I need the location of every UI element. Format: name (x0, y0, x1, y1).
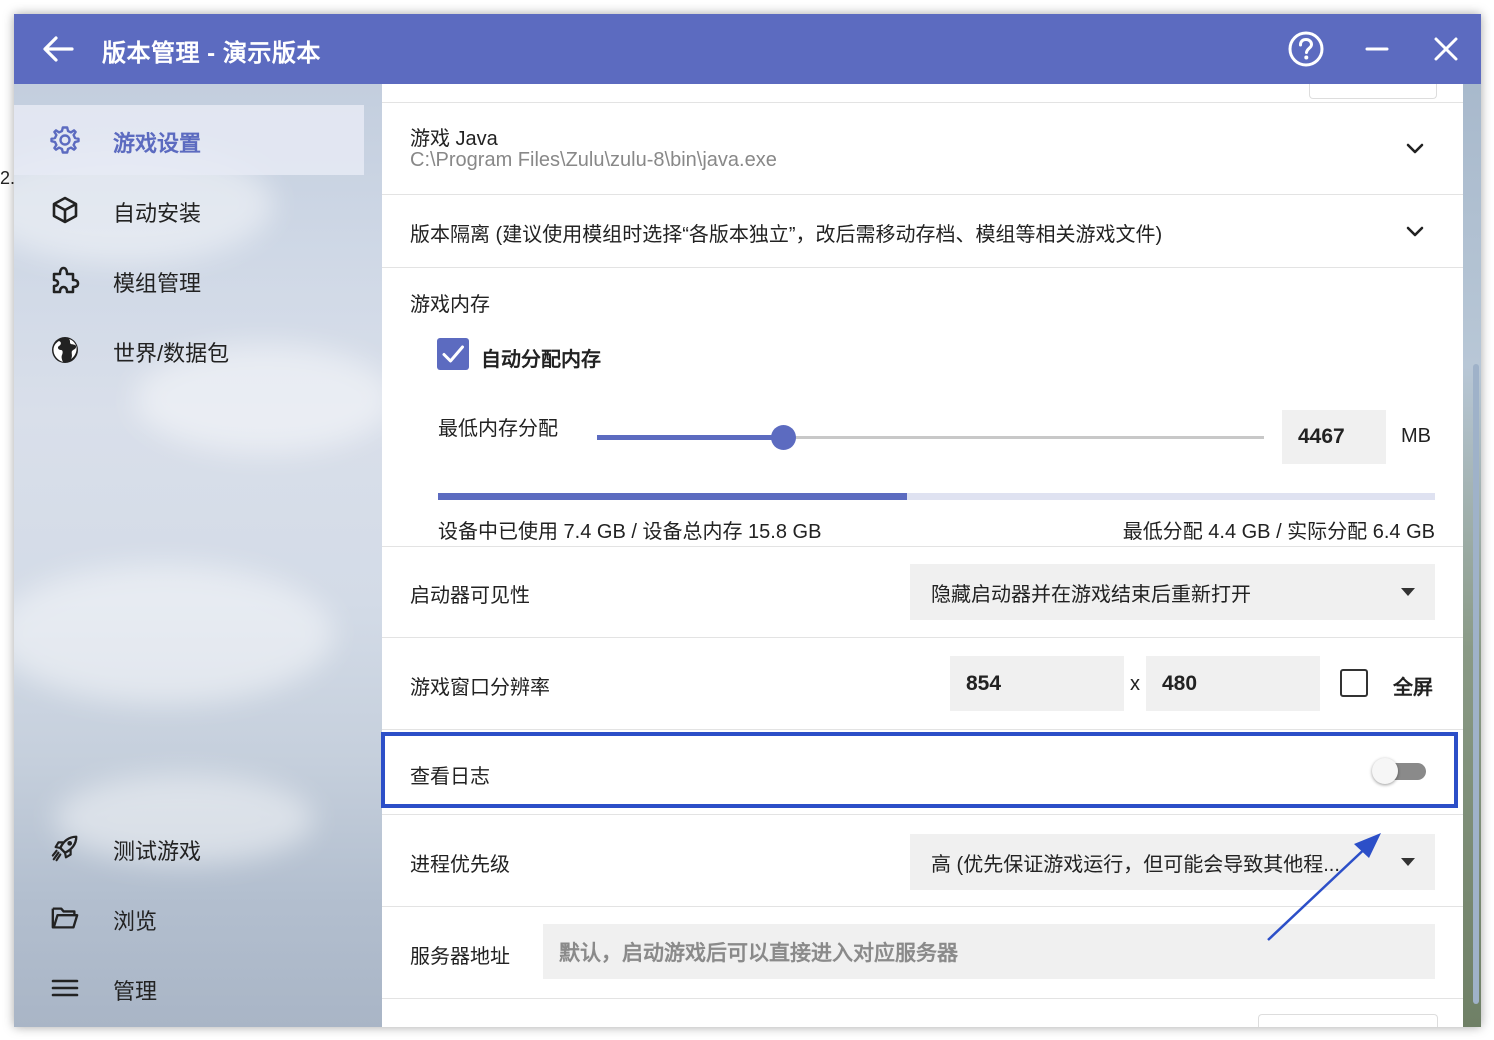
settings-row-server: 服务器地址 默认，启动游戏后可以直接进入对应服务器 (382, 907, 1463, 999)
resolution-width-input[interactable]: 854 (950, 656, 1124, 711)
resolution-label: 游戏窗口分辨率 (410, 677, 550, 699)
sidebar-item-label: 浏览 (113, 909, 158, 934)
chevron-down-icon[interactable] (1403, 219, 1427, 243)
resolution-height-input[interactable]: 480 (1146, 656, 1320, 711)
fullscreen-checkbox[interactable] (1340, 669, 1368, 697)
min-memory-label: 最低内存分配 (438, 418, 558, 440)
memory-label: 游戏内存 (410, 294, 490, 316)
logs-label: 查看日志 (410, 766, 490, 788)
memory-allocation-text: 最低分配 4.4 GB / 实际分配 6.4 GB (1122, 521, 1435, 543)
sidebar-item-test-game[interactable]: 测试游戏 (14, 813, 364, 883)
folder-icon (50, 903, 80, 933)
server-label: 服务器地址 (410, 946, 510, 968)
visibility-label: 启动器可见性 (410, 585, 530, 607)
window-title: 版本管理 - 演示版本 (102, 40, 321, 67)
sidebar-item-label: 世界/数据包 (113, 341, 230, 366)
logs-toggle[interactable] (1372, 758, 1428, 784)
settings-row-priority: 进程优先级 高 (优先保证游戏运行，但可能会导致其他程... (382, 815, 1463, 907)
sidebar-item-browse[interactable]: 浏览 (14, 883, 364, 953)
help-button[interactable] (1286, 29, 1326, 69)
dropdown-arrow-icon (1401, 858, 1415, 866)
settings-row-top-partial (382, 84, 1463, 103)
sidebar: 游戏设置 自动安装 模组管理 世界/数据包 测试游戏 浏览 管理 (14, 84, 382, 1027)
arrow-left-icon (43, 36, 74, 62)
globe-icon (50, 335, 80, 365)
sidebar-item-manage[interactable]: 管理 (14, 953, 364, 1023)
settings-row-isolation[interactable]: 版本隔离 (建议使用模组时选择“各版本独立”，改后需移动存档、模组等相关游戏文件… (382, 195, 1463, 268)
minimize-icon (1365, 47, 1389, 51)
back-button[interactable] (38, 31, 78, 67)
partial-button[interactable] (1309, 84, 1437, 99)
scrollbar-thumb[interactable] (1473, 364, 1479, 1004)
java-path: C:\Program Files\Zulu\zulu-8\bin\java.ex… (410, 149, 777, 171)
sidebar-item-worlds[interactable]: 世界/数据包 (14, 315, 364, 385)
cube-icon (50, 195, 80, 225)
visibility-select-value: 隐藏启动器并在游戏结束后重新打开 (931, 583, 1251, 606)
toggle-knob (1372, 758, 1398, 784)
memory-usage-bar-used (438, 493, 907, 500)
dropdown-arrow-icon (1401, 588, 1415, 596)
title-bar: 版本管理 - 演示版本 (14, 14, 1481, 84)
settings-row-memory (382, 268, 1463, 545)
auto-memory-checkbox[interactable] (437, 338, 469, 370)
sidebar-item-label: 管理 (113, 979, 158, 1004)
puzzle-icon (50, 265, 80, 295)
sidebar-item-label: 模组管理 (113, 271, 202, 296)
menu-icon (50, 973, 80, 1003)
version-manager-window: 版本管理 - 演示版本 游戏设置 自动安装 模组管理 世界/数据包 测试游戏 浏… (14, 14, 1481, 1027)
minimize-button[interactable] (1357, 29, 1397, 69)
min-memory-input[interactable]: 4467 (1282, 410, 1386, 464)
background-text-fragment: 2. (0, 168, 16, 188)
check-icon (442, 345, 464, 363)
gear-icon (50, 125, 80, 155)
sidebar-item-game-settings[interactable]: 游戏设置 (14, 105, 364, 175)
settings-row-java[interactable]: 游戏 Java C:\Program Files\Zulu\zulu-8\bin… (382, 102, 1463, 195)
min-memory-slider-fill (597, 435, 784, 440)
priority-select[interactable]: 高 (优先保证游戏运行，但可能会导致其他程... (910, 834, 1435, 890)
isolation-label: 版本隔离 (建议使用模组时选择“各版本独立”，改后需移动存档、模组等相关游戏文件… (410, 224, 1163, 246)
settings-row-resolution: 游戏窗口分辨率 854 x 480 全屏 (382, 638, 1463, 730)
settings-row-logs: 查看日志 (382, 730, 1463, 815)
priority-select-value: 高 (优先保证游戏运行，但可能会导致其他程... (931, 853, 1340, 876)
server-address-input[interactable]: 默认，启动游戏后可以直接进入对应服务器 (543, 924, 1435, 979)
close-icon (1434, 37, 1458, 61)
sidebar-item-label: 游戏设置 (113, 131, 202, 156)
help-icon (1288, 31, 1324, 67)
rocket-icon (50, 833, 80, 863)
partial-button[interactable] (1258, 1014, 1438, 1027)
resolution-separator: x (1130, 673, 1140, 695)
fullscreen-label: 全屏 (1393, 677, 1433, 699)
close-button[interactable] (1426, 29, 1466, 69)
memory-usage-text: 设备中已使用 7.4 GB / 设备总内存 15.8 GB (438, 521, 822, 543)
priority-label: 进程优先级 (410, 854, 510, 876)
memory-unit-label: MB (1401, 425, 1431, 447)
auto-memory-label: 自动分配内存 (481, 349, 601, 371)
sidebar-item-label: 测试游戏 (113, 839, 202, 864)
sidebar-item-mod-management[interactable]: 模组管理 (14, 245, 364, 315)
settings-row-visibility: 启动器可见性 隐藏启动器并在游戏结束后重新打开 (382, 546, 1463, 638)
chevron-down-icon[interactable] (1403, 136, 1427, 160)
sidebar-item-auto-install[interactable]: 自动安装 (14, 175, 364, 245)
java-label: 游戏 Java (410, 128, 498, 150)
settings-panel: 游戏 Java C:\Program Files\Zulu\zulu-8\bin… (382, 84, 1463, 1027)
sidebar-item-label: 自动安装 (113, 201, 202, 226)
visibility-select[interactable]: 隐藏启动器并在游戏结束后重新打开 (910, 564, 1435, 620)
